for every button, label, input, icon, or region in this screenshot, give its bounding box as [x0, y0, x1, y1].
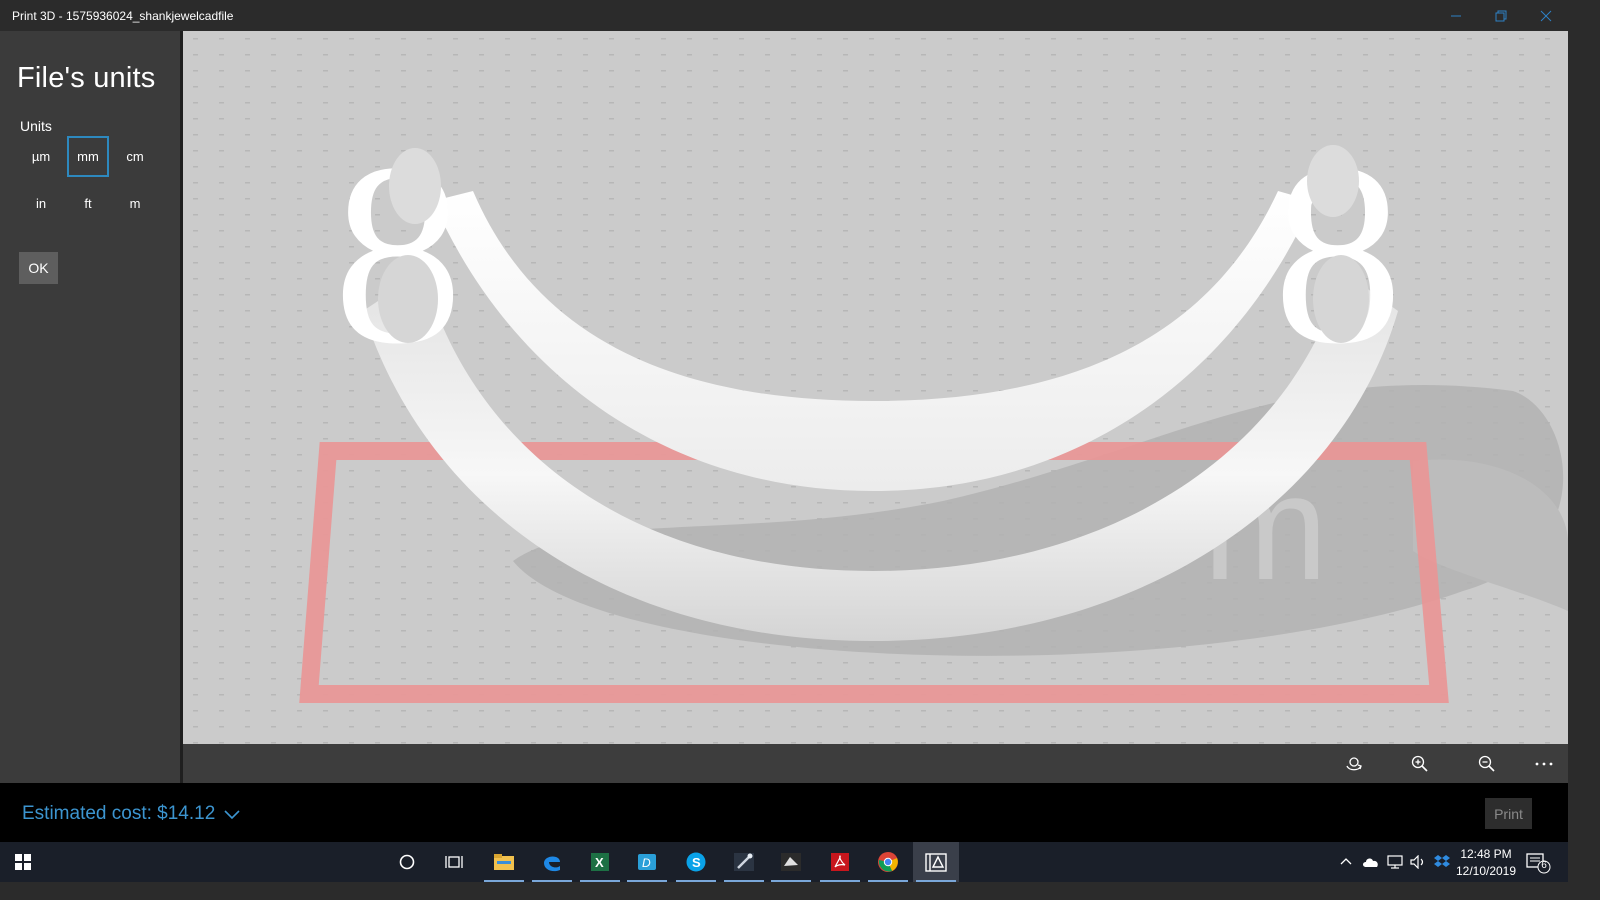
edge-button[interactable]	[529, 842, 575, 882]
svg-text:D: D	[642, 856, 651, 870]
app-button[interactable]: D	[624, 842, 670, 882]
zoom-out-icon	[1478, 755, 1495, 772]
restore-button[interactable]	[1478, 0, 1523, 31]
engraving-hole-right-bottom	[1313, 255, 1369, 343]
zoom-out-button[interactable]	[1472, 750, 1502, 778]
chrome-button[interactable]	[865, 842, 911, 882]
close-icon	[1540, 10, 1551, 21]
svg-text:X: X	[595, 855, 604, 870]
system-clock[interactable]: 12:48 PM 12/10/2019	[1455, 846, 1517, 880]
task-view-button[interactable]	[431, 842, 477, 882]
excel-icon: X	[591, 853, 609, 871]
engraving-hole-left-top	[389, 148, 441, 224]
tool-icon	[734, 853, 754, 871]
cloud-icon	[1363, 858, 1378, 867]
cortana-icon	[399, 854, 415, 870]
clock-time: 12:48 PM	[1460, 847, 1512, 861]
unit-micrometer-button[interactable]: µm	[20, 136, 62, 177]
network-tray[interactable]	[1386, 855, 1404, 872]
3d-viewport[interactable]: m 8 8	[183, 31, 1568, 744]
unit-foot-button[interactable]: ft	[67, 183, 109, 224]
unit-millimeter-button[interactable]: mm	[67, 136, 109, 177]
ring-engraving-left: 8	[333, 110, 463, 398]
model-scene: m 8 8	[183, 31, 1568, 744]
unit-meter-button[interactable]: m	[114, 183, 156, 224]
close-button[interactable]	[1523, 0, 1568, 31]
file-explorer-button[interactable]	[481, 842, 527, 882]
print3d-icon	[925, 853, 947, 872]
clock-date: 12/10/2019	[1455, 864, 1517, 878]
dropbox-tray[interactable]	[1433, 854, 1451, 873]
chevron-down-icon[interactable]	[223, 807, 241, 825]
acrobat-icon	[831, 853, 849, 871]
dropbox-icon	[1434, 855, 1450, 867]
print3d-button[interactable]	[913, 842, 959, 882]
status-bar: Estimated cost: $14.12 Print	[0, 783, 1568, 842]
notification-count: 6	[1541, 860, 1547, 871]
svg-text:S: S	[692, 855, 701, 870]
start-button[interactable]	[0, 842, 46, 882]
acrobat-button[interactable]	[817, 842, 863, 882]
minimize-button[interactable]	[1433, 0, 1478, 31]
start-icon	[15, 854, 31, 870]
title-bar: Print 3D - 1575936024_shankjewelcadfile	[0, 0, 1568, 31]
volume-tray[interactable]	[1410, 854, 1426, 872]
window-title: Print 3D - 1575936024_shankjewelcadfile	[12, 9, 234, 23]
edge-icon	[544, 856, 560, 872]
rotate-view-icon	[1346, 757, 1362, 771]
app-button-2[interactable]	[768, 842, 814, 882]
ok-button[interactable]: OK	[19, 252, 58, 284]
more-icon	[1535, 762, 1553, 766]
units-panel: File's units Units µm mm cm in ft m OK	[0, 31, 180, 783]
app-icon: D	[638, 854, 656, 870]
cortana-button[interactable]	[384, 842, 430, 882]
skype-icon: S	[686, 852, 706, 872]
print-button[interactable]: Print	[1485, 798, 1532, 829]
onedrive-tray[interactable]	[1362, 856, 1380, 871]
zoom-in-icon	[1411, 755, 1428, 772]
unit-centimeter-button[interactable]: cm	[114, 136, 156, 177]
app-icon-2	[781, 853, 801, 871]
minimize-icon	[1450, 15, 1461, 16]
skype-button[interactable]: S	[673, 842, 719, 882]
engraving-hole-left-bottom	[378, 255, 438, 343]
rotate-view-button[interactable]	[1339, 750, 1369, 778]
view-toolbar	[183, 744, 1568, 783]
show-hidden-icons-button[interactable]	[1340, 855, 1352, 869]
units-label: Units	[20, 118, 52, 134]
network-icon	[1387, 855, 1403, 869]
notification-icon	[1526, 853, 1551, 874]
panel-heading: File's units	[17, 62, 156, 94]
more-button[interactable]	[1529, 750, 1559, 778]
volume-icon	[1410, 854, 1424, 870]
engraving-hole-right-top	[1307, 145, 1359, 217]
restore-icon	[1495, 10, 1506, 21]
unit-inch-button[interactable]: in	[20, 183, 62, 224]
chrome-icon	[878, 852, 898, 872]
task-view-icon	[445, 856, 463, 868]
estimated-cost-link[interactable]: Estimated cost: $14.12	[22, 803, 215, 825]
file-explorer-icon	[494, 854, 514, 870]
action-center-button[interactable]: 6	[1526, 852, 1552, 879]
excel-button[interactable]: X	[577, 842, 623, 882]
tool-button[interactable]	[721, 842, 767, 882]
zoom-in-button[interactable]	[1405, 750, 1435, 778]
taskbar: X D S 12:48 PM 12/10/2019 6	[0, 842, 1568, 882]
chevron-up-icon	[1340, 858, 1352, 865]
